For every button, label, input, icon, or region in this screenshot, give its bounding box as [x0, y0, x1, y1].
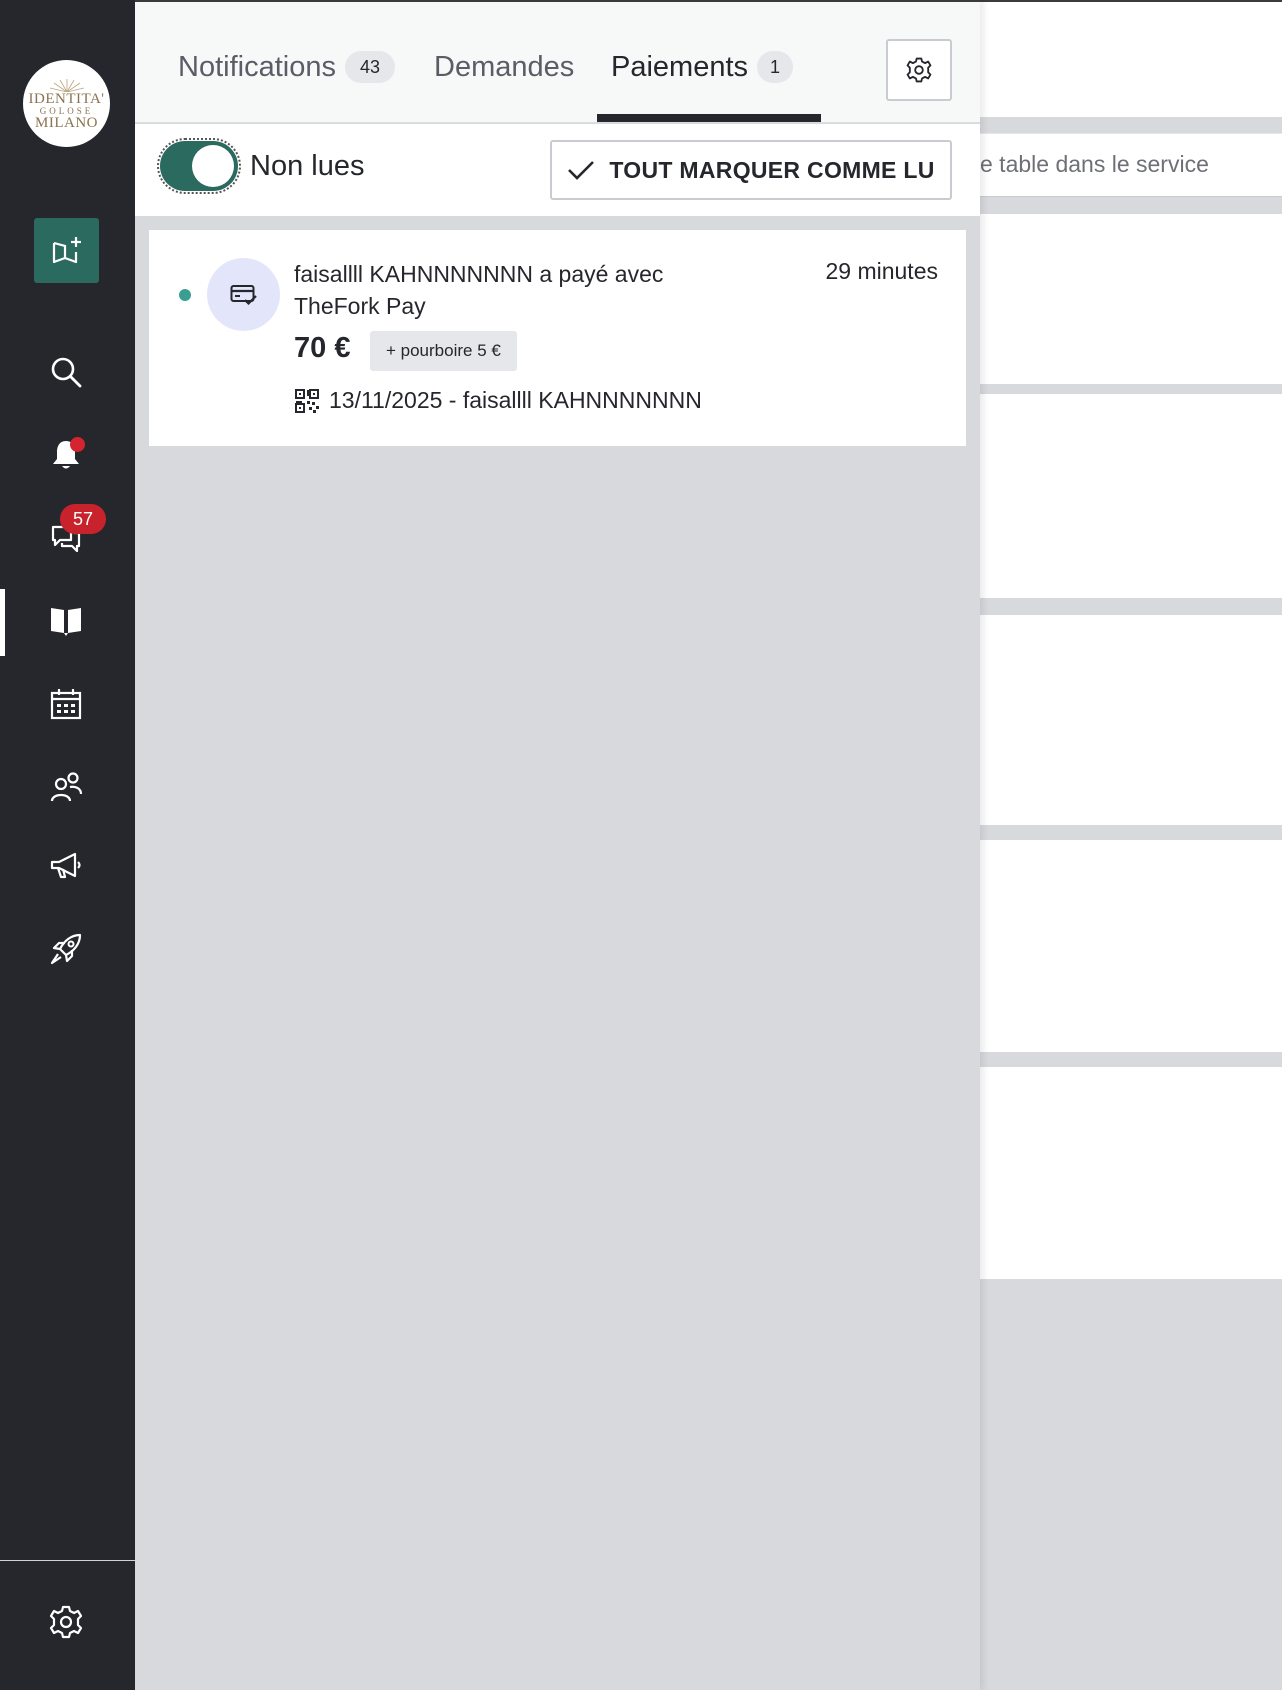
- active-tab-indicator: [597, 114, 821, 122]
- tab-payments[interactable]: Paiements 1: [611, 42, 794, 92]
- notification-meta-text: 13/11/2025 - faisallll KAHNNNNNNN: [329, 387, 702, 413]
- background-search-placeholder: e table dans le service: [980, 151, 1209, 177]
- tab-requests[interactable]: Demandes: [434, 42, 574, 92]
- unread-toggle[interactable]: [157, 138, 241, 194]
- background-panel: [980, 214, 1282, 384]
- background-panel: [980, 840, 1282, 1052]
- nav-settings[interactable]: [46, 1602, 86, 1642]
- nav-search[interactable]: [46, 352, 86, 392]
- nav-marketing[interactable]: [46, 846, 86, 886]
- nav-customers[interactable]: [46, 767, 86, 807]
- rocket-icon: [50, 933, 82, 965]
- card-check-icon: [230, 284, 257, 305]
- payment-avatar: [207, 258, 280, 331]
- people-icon: [50, 772, 83, 802]
- checkmark-icon: [568, 161, 595, 180]
- gear-icon: [906, 57, 932, 83]
- filter-bar: Non lues TOUT MARQUER COMME LU: [135, 124, 980, 216]
- logo-line-1: IDENTITA': [28, 90, 105, 107]
- tab-label: Paiements: [611, 50, 749, 83]
- sidebar-divider: [0, 1560, 135, 1561]
- logo-rays-icon: [49, 78, 84, 92]
- notification-dot: [70, 437, 85, 452]
- notification-meta: 13/11/2025 - faisallll KAHNNNNNNN: [294, 387, 702, 414]
- messages-count-badge: 57: [60, 504, 106, 534]
- background-panel: [980, 615, 1282, 825]
- notification-title: faisallll KAHNNNNNNN a payé avec TheFork…: [294, 261, 664, 319]
- add-booking-button[interactable]: [34, 218, 99, 283]
- qr-code-icon: [295, 388, 319, 413]
- drawer-tabbar: Notifications 43 Demandes Paiements 1: [135, 2, 980, 123]
- sidebar-nav: IDENTITA' GOLOSE MILANO 57: [0, 0, 135, 1690]
- megaphone-icon: [50, 852, 81, 879]
- notifications-drawer: Notifications 43 Demandes Paiements 1 No…: [135, 0, 980, 1690]
- tab-count-badge: 1: [757, 51, 794, 83]
- logo-line-3: MILANO: [35, 114, 98, 131]
- unread-indicator: [179, 289, 191, 301]
- payment-amount: 70 €: [294, 332, 351, 364]
- tab-notifications[interactable]: Notifications 43: [178, 42, 395, 92]
- settings-icon: [49, 1605, 83, 1639]
- mark-all-read-label: TOUT MARQUER COMME LU: [609, 156, 935, 183]
- background-panel: [980, 1067, 1282, 1279]
- tab-count-badge: 43: [344, 51, 395, 83]
- toggle-knob: [192, 145, 234, 187]
- nav-calendar[interactable]: [46, 684, 86, 724]
- add-booking-icon: [52, 236, 81, 263]
- nav-growth[interactable]: [46, 929, 86, 969]
- mark-all-read-button[interactable]: TOUT MARQUER COMME LU: [550, 140, 952, 200]
- background-header: [980, 0, 1282, 117]
- restaurant-logo[interactable]: IDENTITA' GOLOSE MILANO: [23, 60, 110, 147]
- notification-time: 29 minutes: [825, 258, 938, 284]
- tab-label: Notifications: [178, 50, 336, 83]
- tab-label: Demandes: [434, 50, 575, 83]
- book-icon: [51, 608, 81, 636]
- notification-settings-button[interactable]: [886, 39, 952, 101]
- logo-line-2: GOLOSE: [39, 105, 94, 116]
- tip-badge: + pourboire 5 €: [370, 331, 517, 371]
- nav-bookings[interactable]: [46, 600, 86, 640]
- active-nav-indicator: [0, 589, 5, 656]
- calendar-icon: [50, 689, 82, 720]
- payment-notification-card[interactable]: faisallll KAHNNNNNNN a payé avec TheFork…: [149, 230, 966, 446]
- background-panel: [980, 394, 1282, 598]
- search-icon: [51, 357, 82, 388]
- unread-toggle-label: Non lues: [250, 150, 365, 182]
- background-search-input[interactable]: e table dans le service: [980, 133, 1282, 197]
